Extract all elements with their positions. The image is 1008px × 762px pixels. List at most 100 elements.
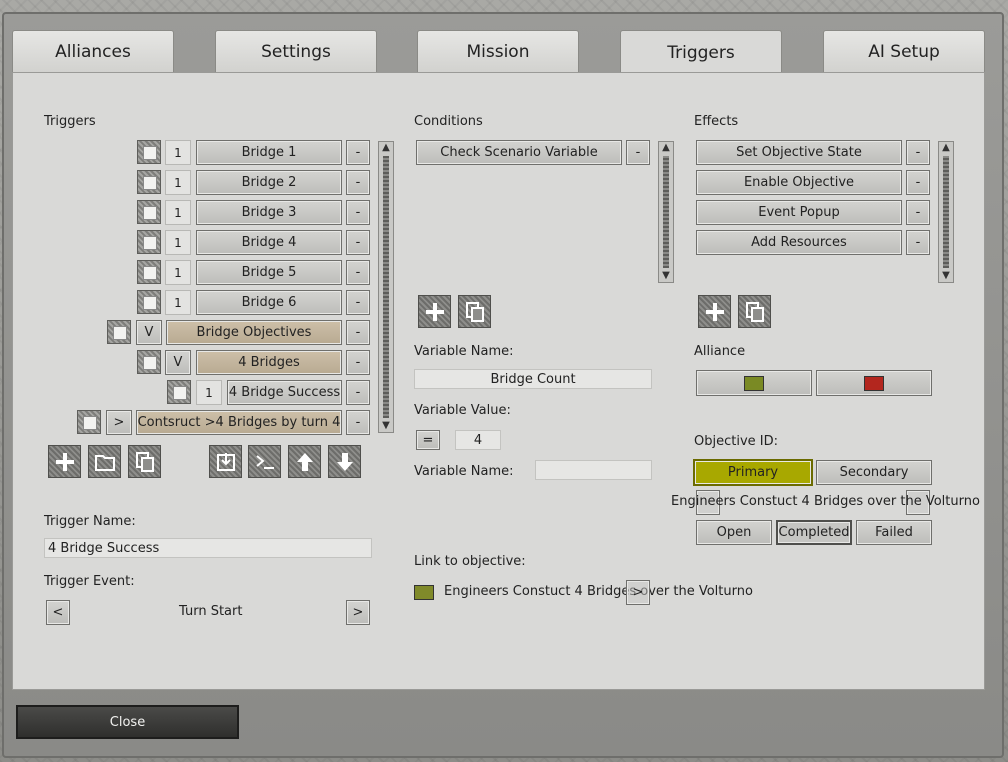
close-button[interactable]: Close: [16, 705, 239, 739]
arrow-down-icon: [336, 452, 353, 471]
scroll-down-icon[interactable]: ▼: [379, 420, 393, 432]
scroll-up-icon[interactable]: ▲: [939, 142, 953, 154]
trigger-checkbox[interactable]: [137, 260, 161, 284]
effect-remove-button[interactable]: -: [906, 140, 930, 165]
add-folder-button[interactable]: [88, 445, 121, 478]
trigger-checkbox[interactable]: [137, 200, 161, 224]
secondary-button[interactable]: Secondary: [816, 460, 932, 485]
trigger-item[interactable]: Bridge Objectives: [166, 320, 342, 345]
trigger-checkbox[interactable]: [137, 290, 161, 314]
trigger-item[interactable]: Contsruct >4 Bridges by turn 4: [136, 410, 342, 435]
trigger-checkbox[interactable]: [137, 170, 161, 194]
trigger-remove-button[interactable]: -: [346, 140, 370, 165]
trigger-event-next-button[interactable]: >: [346, 600, 370, 625]
trigger-item[interactable]: Bridge 1: [196, 140, 342, 165]
link-objective-button[interactable]: >: [626, 580, 650, 605]
download-icon: [216, 452, 235, 471]
add-trigger-button[interactable]: [48, 445, 81, 478]
trigger-remove-button[interactable]: -: [346, 320, 370, 345]
trigger-event-label: Trigger Event:: [44, 574, 135, 589]
conditions-scrollbar[interactable]: ▲ ▼: [658, 141, 674, 283]
trigger-remove-button[interactable]: -: [346, 410, 370, 435]
effect-item[interactable]: Add Resources: [696, 230, 902, 255]
trigger-remove-button[interactable]: -: [346, 350, 370, 375]
trigger-item[interactable]: Bridge 4: [196, 230, 342, 255]
copy-trigger-button[interactable]: [128, 445, 161, 478]
scroll-thumb[interactable]: [943, 156, 949, 268]
effect-remove-button[interactable]: -: [906, 230, 930, 255]
alliance-red-button[interactable]: [816, 370, 932, 396]
trigger-checkbox[interactable]: [137, 230, 161, 254]
trigger-checkbox[interactable]: [137, 140, 161, 164]
import-button[interactable]: [209, 445, 242, 478]
alliance-green-button[interactable]: [696, 370, 812, 396]
console-button[interactable]: [248, 445, 281, 478]
variable-name-2-input[interactable]: [535, 460, 652, 480]
trigger-checkbox[interactable]: [137, 350, 161, 374]
scroll-down-icon[interactable]: ▼: [939, 270, 953, 282]
effect-item[interactable]: Event Popup: [696, 200, 902, 225]
trigger-item[interactable]: 4 Bridge Success: [227, 380, 342, 405]
trigger-remove-button[interactable]: -: [346, 230, 370, 255]
trigger-name-input[interactable]: 4 Bridge Success: [44, 538, 372, 558]
trigger-name-label: Trigger Name:: [44, 514, 136, 529]
copy-effect-button[interactable]: [738, 295, 771, 328]
effect-item[interactable]: Enable Objective: [696, 170, 902, 195]
condition-remove-button[interactable]: -: [626, 140, 650, 165]
trigger-remove-button[interactable]: -: [346, 380, 370, 405]
variable-value-input[interactable]: 4: [455, 430, 501, 450]
variable-name-input[interactable]: Bridge Count: [414, 369, 652, 389]
scroll-thumb[interactable]: [383, 156, 389, 418]
trigger-remove-button[interactable]: -: [346, 170, 370, 195]
state-completed-button[interactable]: Completed: [776, 520, 852, 545]
add-effect-button[interactable]: [698, 295, 731, 328]
trigger-checkbox[interactable]: [167, 380, 191, 404]
trigger-checkbox[interactable]: [107, 320, 131, 344]
trigger-event-prev-button[interactable]: <: [46, 600, 70, 625]
triggers-scrollbar[interactable]: ▲ ▼: [378, 141, 394, 433]
copy-icon: [135, 451, 154, 472]
scroll-up-icon[interactable]: ▲: [659, 142, 673, 154]
trigger-expand-toggle[interactable]: V: [165, 350, 191, 375]
variable-value-label: Variable Value:: [414, 403, 511, 418]
trigger-item[interactable]: 4 Bridges: [196, 350, 342, 375]
add-condition-button[interactable]: [418, 295, 451, 328]
state-open-button[interactable]: Open: [696, 520, 772, 545]
trigger-item[interactable]: Bridge 6: [196, 290, 342, 315]
trigger-expand-toggle[interactable]: V: [136, 320, 162, 345]
primary-button[interactable]: Primary: [693, 459, 813, 486]
tab-alliances[interactable]: Alliances: [12, 30, 174, 72]
linked-objective-text: Engineers Constuct 4 Bridges over the Vo…: [444, 584, 753, 599]
scroll-up-icon[interactable]: ▲: [379, 142, 393, 154]
tab-mission[interactable]: Mission: [417, 30, 579, 72]
alliance-green-swatch: [744, 375, 764, 391]
effect-item[interactable]: Set Objective State: [696, 140, 902, 165]
operator-button[interactable]: =: [416, 430, 440, 450]
triggers-header: Triggers: [44, 114, 96, 129]
move-down-button[interactable]: [328, 445, 361, 478]
copy-condition-button[interactable]: [458, 295, 491, 328]
state-failed-button[interactable]: Failed: [856, 520, 932, 545]
scroll-thumb[interactable]: [663, 156, 669, 268]
tab-triggers[interactable]: Triggers: [620, 30, 782, 74]
plus-icon: [55, 452, 74, 471]
effect-remove-button[interactable]: -: [906, 200, 930, 225]
trigger-item[interactable]: Bridge 2: [196, 170, 342, 195]
effect-remove-button[interactable]: -: [906, 170, 930, 195]
effects-scrollbar[interactable]: ▲ ▼: [938, 141, 954, 283]
trigger-remove-button[interactable]: -: [346, 200, 370, 225]
tab-ai-setup[interactable]: AI Setup: [823, 30, 985, 72]
effects-header: Effects: [694, 114, 739, 129]
condition-item[interactable]: Check Scenario Variable: [416, 140, 622, 165]
arrow-up-icon: [296, 452, 313, 471]
scroll-down-icon[interactable]: ▼: [659, 270, 673, 282]
trigger-expand-toggle[interactable]: >: [106, 410, 132, 435]
trigger-item[interactable]: Bridge 3: [196, 200, 342, 225]
trigger-item[interactable]: Bridge 5: [196, 260, 342, 285]
trigger-order-number: 1: [196, 380, 222, 405]
trigger-remove-button[interactable]: -: [346, 290, 370, 315]
tab-settings[interactable]: Settings: [215, 30, 377, 72]
trigger-remove-button[interactable]: -: [346, 260, 370, 285]
trigger-checkbox[interactable]: [77, 410, 101, 434]
move-up-button[interactable]: [288, 445, 321, 478]
